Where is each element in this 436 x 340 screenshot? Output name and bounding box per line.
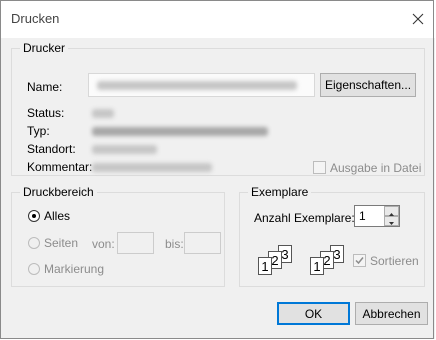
range-pages-label[interactable]: Seiten — [44, 236, 78, 250]
range-all-label[interactable]: Alles — [44, 209, 70, 223]
printer-location-value — [92, 145, 157, 154]
range-all-radio[interactable] — [28, 210, 40, 222]
copies-group-label: Exemplare — [248, 185, 312, 199]
properties-button[interactable]: Eigenschaften... — [320, 73, 416, 97]
printer-location-label: Standort: — [27, 142, 76, 156]
printer-comment-value — [92, 163, 212, 172]
collate-label[interactable]: Sortieren — [370, 254, 419, 268]
printer-type-label: Typ: — [27, 124, 50, 138]
collate-illustration: 3 2 1 3 2 1 — [250, 245, 365, 277]
spin-down-icon[interactable] — [384, 216, 399, 226]
print-range-group-label: Druckbereich — [20, 185, 97, 199]
collate-checkbox[interactable] — [353, 254, 366, 267]
range-pages-radio[interactable] — [28, 237, 40, 249]
collate-page: 1 — [258, 257, 272, 275]
range-selection-label[interactable]: Markierung — [44, 262, 104, 276]
window-title: Drucken — [11, 11, 60, 26]
close-icon[interactable] — [408, 9, 428, 29]
printer-group-label: Drucker — [20, 41, 69, 55]
ok-button[interactable]: OK — [277, 302, 350, 325]
range-from-input[interactable] — [117, 232, 154, 254]
printer-comment-label: Kommentar: — [27, 160, 93, 174]
print-to-file-label[interactable]: Ausgabe in Datei — [330, 161, 421, 175]
copies-group: Exemplare Anzahl Exemplare: 1 3 2 1 3 2 … — [239, 185, 425, 287]
printer-name-select[interactable] — [88, 73, 315, 97]
title-bar: Drucken — [0, 0, 436, 38]
print-to-file-checkbox[interactable] — [313, 161, 326, 174]
printer-group: Drucker Name: Eigenschaften... Status: T… — [11, 41, 425, 176]
range-to-label: bis: — [165, 237, 184, 251]
copies-count-value: 1 — [359, 209, 366, 223]
cancel-button[interactable]: Abbrechen — [355, 302, 428, 325]
copies-count-label: Anzahl Exemplare: — [254, 211, 355, 225]
print-range-group: Druckbereich Alles Seiten von: bis: Mark… — [11, 185, 225, 287]
range-from-label: von: — [92, 237, 115, 251]
printer-name-label: Name: — [27, 80, 63, 94]
range-to-input[interactable] — [184, 232, 221, 254]
printer-type-value — [92, 127, 268, 136]
range-selection-radio[interactable] — [28, 263, 40, 275]
copies-count-input[interactable]: 1 — [354, 205, 400, 227]
printer-status-value — [92, 109, 114, 118]
checkmark-icon — [355, 257, 364, 265]
dialog-client-area: Drucker Name: Eigenschaften... Status: T… — [1, 38, 435, 339]
printer-status-label: Status: — [27, 106, 65, 120]
collate-page: 1 — [310, 257, 324, 275]
spin-up-icon[interactable] — [384, 206, 399, 216]
